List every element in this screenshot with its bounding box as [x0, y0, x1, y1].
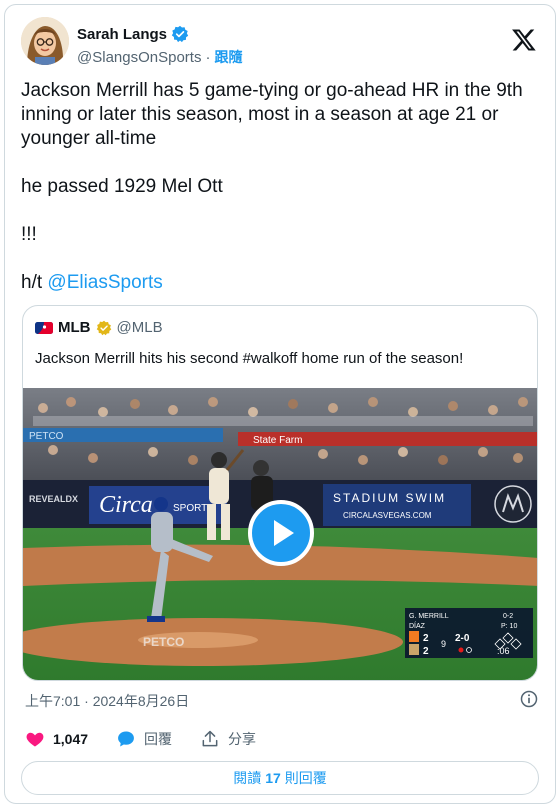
quoted-tweet[interactable]: MLB @MLB Jackson Merrill hits his second…: [22, 305, 538, 681]
avatar-illustration: [21, 17, 69, 65]
read-replies-button[interactable]: 閱讀 17 則回覆: [21, 761, 539, 795]
share-label: 分享: [228, 731, 257, 747]
handle-row: @SlangsOnSports · 跟隨: [77, 47, 242, 67]
read-replies-prefix: 閱讀: [233, 770, 262, 786]
mlb-logo-icon: [35, 321, 53, 334]
play-button[interactable]: [248, 500, 314, 566]
gold-verified-badge-icon: [96, 320, 111, 335]
stadium-swim-sign: STADIUM SWIM: [333, 491, 446, 505]
svg-text:0-2: 0-2: [503, 613, 513, 620]
svg-text:P: 10: P: 10: [501, 623, 517, 630]
heart-icon: [26, 732, 44, 747]
reply-bubble-icon: [118, 731, 134, 747]
like-button[interactable]: 1,047: [25, 729, 88, 749]
circa-url-sign: CIRCALASVEGAS.COM: [343, 511, 432, 520]
info-icon[interactable]: [519, 689, 539, 709]
scoreboard: G. MERRILL 0-2 DÍAZ P: 10 2 2 9 2-0 :06: [405, 608, 533, 658]
quote-header: MLB @MLB: [35, 319, 163, 336]
tweet-card: Sarah Langs @SlangsOnSports · 跟隨 Jackson…: [4, 4, 556, 804]
avatar[interactable]: [21, 17, 69, 65]
tweet-text: Jackson Merrill has 5 game-tying or go-a…: [21, 79, 541, 295]
svg-text:2-0: 2-0: [455, 633, 470, 644]
quote-handle: @MLB: [116, 319, 163, 336]
svg-text:2: 2: [423, 633, 429, 644]
revealdx-sign: REVEALDX: [29, 494, 78, 504]
display-name[interactable]: Sarah Langs: [77, 26, 167, 43]
read-replies-count: 17: [265, 770, 281, 786]
svg-text::06: :06: [497, 646, 510, 656]
tweet-line-1: Jackson Merrill has 5 game-tying or go-a…: [21, 80, 528, 149]
quote-text: Jackson Merrill hits his second #walkoff…: [35, 350, 464, 367]
video-player[interactable]: PETCO State Farm REVEALDX Circa SPORT ST…: [23, 388, 537, 680]
svg-text:2: 2: [423, 646, 429, 657]
tweet-line-3: !!!: [21, 224, 37, 245]
statefarm-banner: State Farm: [253, 435, 302, 446]
tweet-line-2: he passed 1929 Mel Ott: [21, 176, 223, 197]
share-button[interactable]: 分享: [200, 729, 256, 749]
reply-label: 回覆: [144, 731, 173, 747]
mention-link[interactable]: @EliasSports: [47, 272, 162, 293]
play-icon: [274, 520, 294, 546]
follow-button[interactable]: 跟隨: [214, 47, 242, 67]
sport-sign: SPORT: [173, 503, 207, 514]
action-bar: 1,047 回覆 分享: [25, 729, 284, 749]
like-count: 1,047: [53, 731, 89, 747]
separator-dot: ·: [205, 48, 211, 66]
name-row: Sarah Langs: [77, 25, 189, 43]
mound-logo: PETCO: [143, 635, 184, 649]
petco-banner: PETCO: [29, 431, 64, 442]
x-logo-icon[interactable]: [511, 27, 537, 53]
svg-text:G. MERRILL: G. MERRILL: [409, 613, 449, 620]
hat-tip-prefix: h/t: [21, 272, 48, 293]
quote-display-name: MLB: [58, 319, 91, 336]
verified-badge-icon: [171, 25, 189, 43]
svg-text:DÍAZ: DÍAZ: [409, 621, 426, 630]
circa-sign: Circa: [99, 492, 153, 518]
share-upload-icon: [202, 730, 218, 747]
read-replies-suffix: 則回覆: [284, 770, 327, 786]
timestamp[interactable]: 上午7:01 · 2024年8月26日: [25, 691, 189, 711]
handle[interactable]: @SlangsOnSports: [77, 49, 201, 66]
reply-button[interactable]: 回覆: [116, 729, 172, 749]
tweet-header: Sarah Langs @SlangsOnSports · 跟隨: [21, 15, 539, 67]
svg-text:9: 9: [441, 639, 446, 649]
